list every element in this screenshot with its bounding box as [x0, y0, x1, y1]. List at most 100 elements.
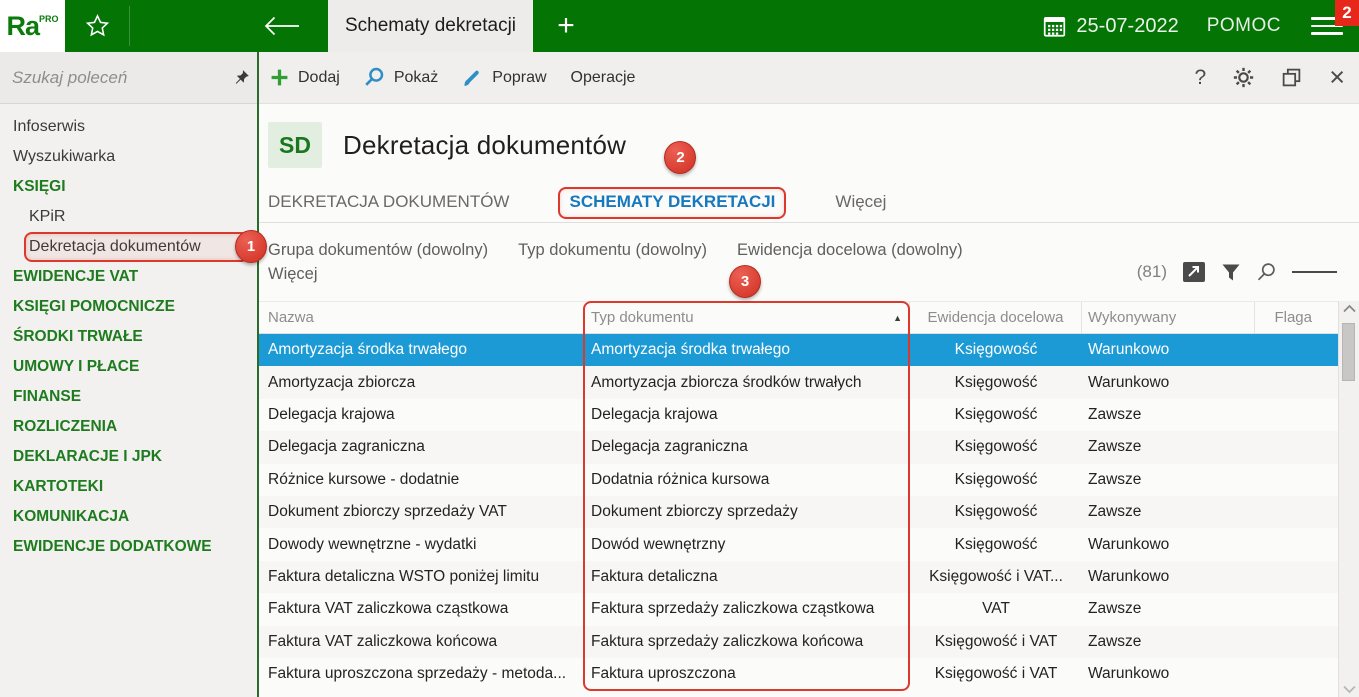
- favorites-star-icon[interactable]: [65, 0, 129, 52]
- edit-button-label: Popraw: [492, 68, 547, 86]
- sidebar-item-umowy-i-płace[interactable]: UMOWY I PŁACE: [0, 352, 257, 382]
- help-menu[interactable]: POMOC: [1207, 0, 1281, 52]
- scrollbar-thumb[interactable]: [1342, 323, 1355, 381]
- filter-links: Grupa dokumentów (dowolny) Typ dokumentu…: [268, 238, 1137, 286]
- cell-typ-dokumentu: Faktura sprzedaży zaliczkowa końcowa: [591, 632, 864, 650]
- table-row[interactable]: Delegacja krajowa Delegacja krajowa Księgo…: [259, 399, 1338, 431]
- annotation-step-badge: 2: [664, 141, 697, 174]
- record-count: (81): [1136, 262, 1167, 281]
- filter-grupa-dokumentow[interactable]: Grupa dokumentów (dowolny): [268, 241, 488, 260]
- cell-wykonywany: Zawsze: [1088, 503, 1142, 521]
- sidebar-item-label: Infoserwis: [13, 118, 86, 135]
- help-icon[interactable]: ?: [1195, 66, 1207, 90]
- sidebar-item-label: KSIĘGI POMOCNICZE: [13, 298, 175, 315]
- app-window: Ra PRO Schematy dekretacji + 25-07-2022 …: [0, 0, 1359, 697]
- scroll-down-icon[interactable]: [1339, 685, 1359, 694]
- sidebar-item-ewidencje-dodatkowe[interactable]: EWIDENCJE DODATKOWE: [0, 532, 257, 562]
- back-button[interactable]: [130, 0, 328, 52]
- logo-pro-suffix: PRO: [39, 14, 59, 24]
- title-row: SD Dekretacja dokumentów: [268, 121, 1359, 169]
- cell-typ-dokumentu: Dodatnia różnica kursowa: [591, 470, 770, 488]
- filter-more[interactable]: Więcej: [268, 265, 318, 284]
- column-header-ewidencja-docelowa[interactable]: Ewidencja docelowa: [910, 302, 1082, 333]
- sidebar-item-label: Wyszukiwarka: [13, 148, 116, 165]
- sidebar-item-label: UMOWY I PŁACE: [13, 358, 140, 375]
- app-logo[interactable]: Ra PRO: [0, 0, 65, 52]
- table-row[interactable]: Faktura detaliczna WSTO poniżej limitu Fa…: [259, 560, 1338, 594]
- scroll-up-icon[interactable]: [1339, 304, 1359, 313]
- table-row[interactable]: Dokument zbiorczy sprzedaży VAT Dokument …: [259, 495, 1338, 529]
- cell-nazwa: Dokument zbiorczy sprzedaży VAT: [268, 503, 507, 521]
- magnifier-icon: [365, 67, 384, 86]
- sidebar-item-księgi[interactable]: KSIĘGI: [0, 172, 257, 202]
- table-row[interactable]: Amortyzacja zbiorcza Amortyzacja zbiorcza…: [259, 366, 1338, 399]
- sidebar-item-środki-trwałe[interactable]: ŚRODKI TRWAŁE: [0, 322, 257, 352]
- filter-ewidencja-docelowa[interactable]: Ewidencja docelowa (dowolny): [737, 241, 963, 260]
- tab-dekretacja-dokumentow[interactable]: DEKRETACJA DOKUMENTÓW: [268, 192, 509, 222]
- cell-nazwa: Amortyzacja zbiorcza: [268, 373, 416, 391]
- sidebar-item-finanse[interactable]: FINANSE: [0, 382, 257, 412]
- cell-wykonywany: Warunkowo: [1088, 341, 1170, 359]
- list-options-icon[interactable]: [1292, 268, 1337, 275]
- notification-badge[interactable]: 2: [1335, 0, 1359, 26]
- column-header-wykonywany[interactable]: Wykonywany: [1082, 302, 1255, 333]
- gear-icon[interactable]: [1233, 67, 1254, 88]
- table-row[interactable]: Dowody wewnętrzne - wydatki Dowód wewnętr…: [259, 528, 1338, 560]
- view-tabs: DEKRETACJA DOKUMENTÓW SCHEMATY DEKRETACJ…: [259, 141, 1359, 223]
- vertical-scrollbar[interactable]: [1338, 301, 1359, 697]
- new-tab-button[interactable]: +: [533, 0, 599, 52]
- edit-button[interactable]: Popraw: [462, 67, 547, 88]
- command-search-input[interactable]: [12, 67, 233, 88]
- command-search-row: [0, 52, 257, 104]
- column-header-flaga[interactable]: Flaga: [1255, 302, 1338, 333]
- annotation-step-badge: 1: [235, 230, 267, 263]
- cell-ewidencja-docelowa: Księgowość: [954, 535, 1038, 553]
- sidebar-item-rozliczenia[interactable]: ROZLICZENIA: [0, 412, 257, 442]
- show-button[interactable]: Pokaż: [364, 67, 438, 88]
- cell-wykonywany: Zawsze: [1088, 632, 1142, 650]
- column-header-nazwa[interactable]: Nazwa: [259, 302, 583, 333]
- table-row[interactable]: Amortyzacja środka trwałego Amortyzacja ś…: [259, 334, 1338, 367]
- table-row[interactable]: Faktura VAT zaliczkowa końcowa Faktura sp…: [259, 625, 1338, 658]
- sidebar-item-wyszukiwarka[interactable]: Wyszukiwarka: [0, 142, 257, 172]
- tab-schematy-dekretacji-label: SCHEMATY DEKRETACJI: [569, 192, 776, 211]
- table-row[interactable]: Różnice kursowe - dodatnie Dodatnia różni…: [259, 464, 1338, 496]
- open-module-tab[interactable]: Schematy dekretacji: [328, 0, 533, 52]
- tab-schematy-dekretacji[interactable]: SCHEMATY DEKRETACJI 2: [558, 141, 787, 222]
- sidebar-item-label: ŚRODKI TRWAŁE: [13, 328, 143, 345]
- sidebar-item-komunikacja[interactable]: KOMUNIKACJA: [0, 502, 257, 532]
- tab-wiecej[interactable]: Więcej: [835, 192, 886, 222]
- search-icon[interactable]: [1256, 262, 1277, 283]
- cell-typ-dokumentu: Delegacja zagraniczna: [591, 438, 748, 456]
- sidebar: Infoserwis Wyszukiwarka KSIĘGI KPiR Dekretac…: [0, 52, 267, 697]
- back-arrow-icon: [264, 16, 299, 36]
- sidebar-item-ewidencje-vat[interactable]: EWIDENCJE VAT: [0, 262, 257, 292]
- export-icon[interactable]: [1182, 261, 1206, 283]
- sidebar-item-dekretacja-dokumentów[interactable]: Dekretacja dokumentów 1: [0, 230, 267, 263]
- sidebar-item-deklaracje-i-jpk[interactable]: DEKLARACJE I JPK: [0, 442, 257, 472]
- cell-ewidencja-docelowa: Księgowość: [954, 438, 1038, 456]
- module-toolbar: Dodaj Pokaż Popraw Operacje ? ×: [259, 52, 1359, 104]
- table-row[interactable]: Delegacja zagraniczna Delegacja zagranicz…: [259, 431, 1338, 464]
- sidebar-item-label: DEKLARACJE I JPK: [13, 448, 162, 465]
- current-date: 25-07-2022: [1076, 14, 1179, 37]
- sidebar-item-księgi-pomocnicze[interactable]: KSIĘGI POMOCNICZE: [0, 292, 257, 322]
- column-header-typ-dokumentu[interactable]: Typ dokumentu ▲: [583, 302, 910, 333]
- sidebar-item-infoserwis[interactable]: Infoserwis: [0, 112, 257, 142]
- sidebar-item-kpir[interactable]: KPiR: [0, 202, 257, 232]
- close-icon[interactable]: ×: [1329, 62, 1345, 93]
- logo-text: Ra: [6, 10, 40, 41]
- pin-icon[interactable]: [233, 69, 250, 86]
- sidebar-item-kartoteki[interactable]: KARTOTEKI: [0, 472, 257, 502]
- operations-menu[interactable]: Operacje: [571, 69, 636, 87]
- table-row[interactable]: Faktura uproszczona sprzedaży - metoda..…: [259, 658, 1338, 690]
- cell-ewidencja-docelowa: Księgowość: [954, 373, 1038, 391]
- table-row[interactable]: Faktura VAT zaliczkowa cząstkowa Faktura …: [259, 593, 1338, 625]
- cell-ewidencja-docelowa: Księgowość: [954, 503, 1038, 521]
- filter-typ-dokumentu[interactable]: Typ dokumentu (dowolny): [518, 241, 707, 260]
- module-code-badge: SD: [268, 122, 322, 168]
- filter-funnel-icon[interactable]: [1221, 263, 1241, 282]
- add-button[interactable]: Dodaj: [270, 68, 340, 87]
- date-display[interactable]: 25-07-2022: [1043, 0, 1179, 52]
- restore-window-icon[interactable]: [1281, 67, 1302, 88]
